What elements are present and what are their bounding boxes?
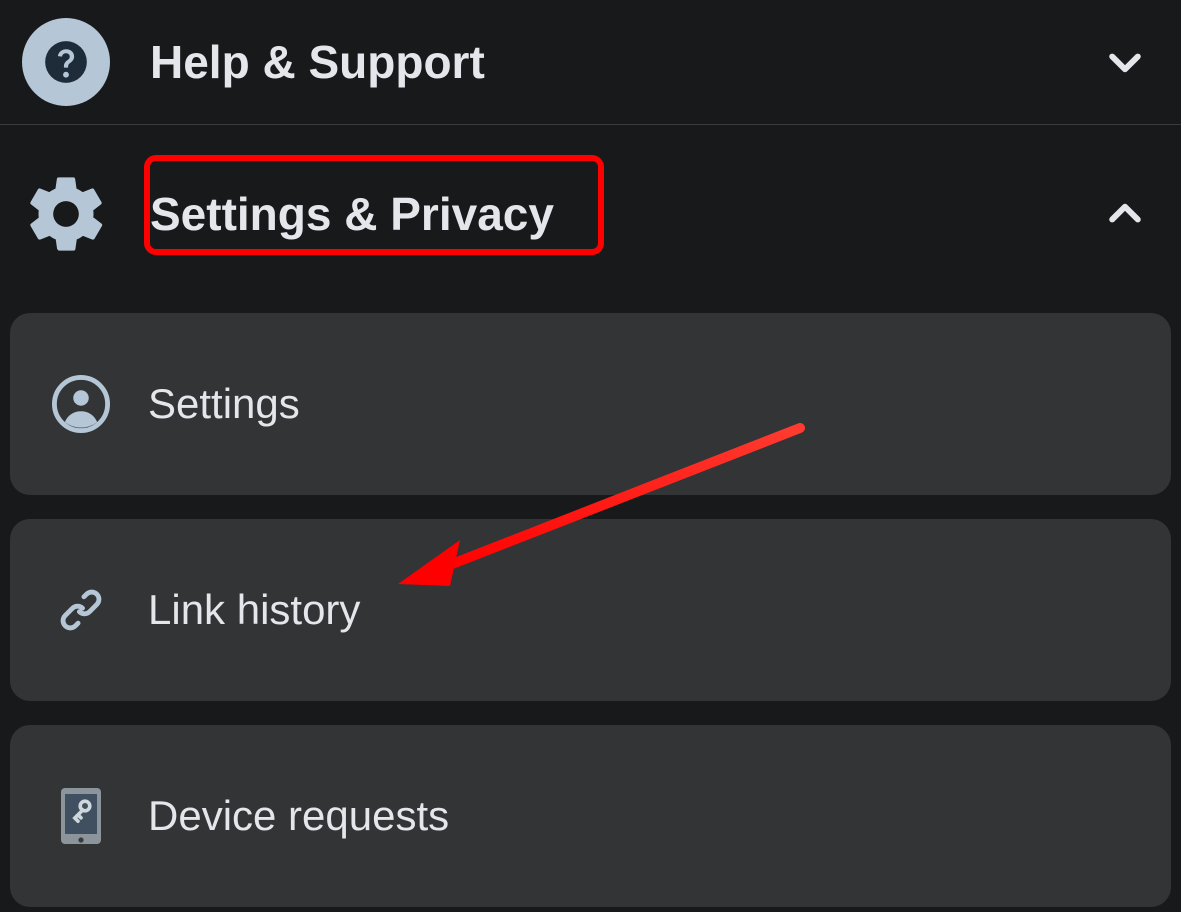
link-icon [50,579,112,641]
gear-icon [22,170,110,258]
subitem-link-history[interactable]: Link history [10,519,1171,701]
settings-subitems: Settings Link history Device requests [0,298,1181,907]
subitem-device-requests-label: Device requests [148,792,449,840]
subitem-link-history-label: Link history [148,586,360,634]
user-circle-icon [50,373,112,435]
subitem-device-requests[interactable]: Device requests [10,725,1171,907]
settings-privacy-label: Settings & Privacy [150,187,554,241]
help-icon [22,18,110,106]
device-key-icon [50,785,112,847]
help-support-label: Help & Support [150,35,485,89]
chevron-up-icon [1099,188,1151,240]
settings-privacy-row[interactable]: Settings & Privacy [0,125,1181,298]
subitem-settings-label: Settings [148,380,300,428]
help-support-row[interactable]: Help & Support [0,0,1181,124]
subitem-settings[interactable]: Settings [10,313,1171,495]
chevron-down-icon [1099,36,1151,88]
